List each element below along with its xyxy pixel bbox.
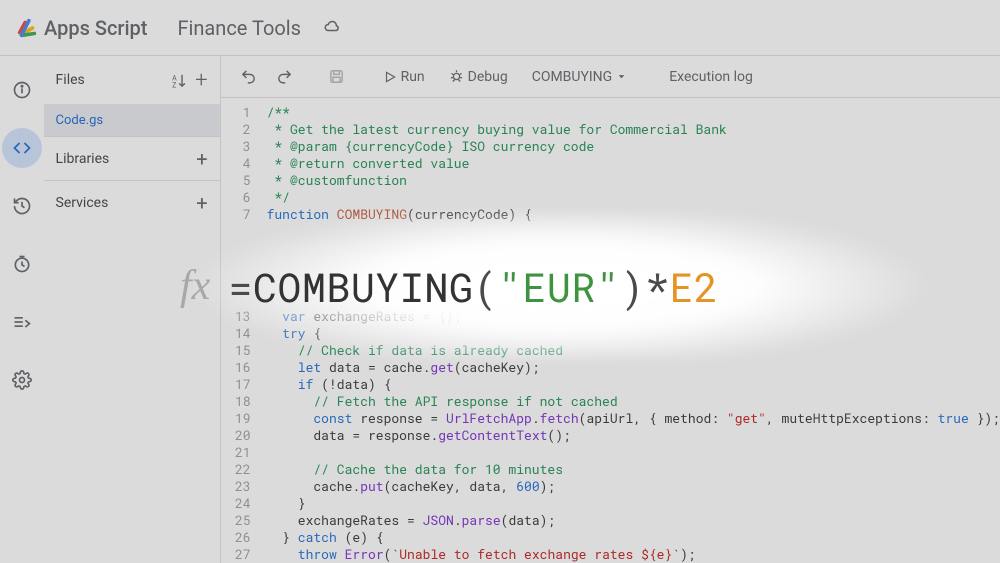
code-content[interactable]: /** * Get the latest currency buying val… <box>261 98 1000 563</box>
code-editor[interactable]: 1234567131415161718192021222324252627 /*… <box>221 98 1000 563</box>
nav-sidebar <box>0 56 44 563</box>
triggers-icon[interactable] <box>2 244 42 284</box>
function-selector[interactable]: COMBUYING <box>524 65 636 89</box>
info-icon[interactable] <box>2 70 42 110</box>
editor-pane: Run Debug COMBUYING Execution log 123456… <box>221 56 1000 563</box>
executions-icon[interactable] <box>2 302 42 342</box>
history-icon[interactable] <box>2 186 42 226</box>
execution-log-button[interactable]: Execution log <box>659 65 763 89</box>
debug-label: Debug <box>468 69 508 85</box>
undo-icon[interactable] <box>235 63 263 91</box>
chevron-down-icon <box>616 71 627 82</box>
debug-button[interactable]: Debug <box>441 65 516 89</box>
redo-icon[interactable] <box>271 63 299 91</box>
services-section: Services + <box>44 180 220 224</box>
apps-script-logo-icon <box>16 17 38 39</box>
line-number-gutter: 1234567131415161718192021222324252627 <box>221 98 261 563</box>
libraries-label: Libraries <box>56 151 110 167</box>
run-button[interactable]: Run <box>375 65 433 89</box>
product-name: Apps Script <box>44 16 147 40</box>
top-header: Apps Script Finance Tools <box>0 0 1000 56</box>
file-item-code-gs[interactable]: Code.gs <box>44 104 220 136</box>
services-label: Services <box>56 195 109 211</box>
save-icon[interactable] <box>323 63 351 91</box>
files-header: Files AZ + <box>44 56 220 104</box>
function-selected-label: COMBUYING <box>532 69 613 85</box>
libraries-section: Libraries + <box>44 136 220 180</box>
files-sidebar: Files AZ + Code.gs Libraries + Services … <box>44 56 221 563</box>
settings-icon[interactable] <box>2 360 42 400</box>
files-title: Files <box>56 72 163 88</box>
run-label: Run <box>401 69 425 85</box>
project-title[interactable]: Finance Tools <box>177 16 301 40</box>
add-library-icon[interactable]: + <box>196 147 207 171</box>
sort-icon[interactable]: AZ <box>170 72 187 89</box>
main-area: Files AZ + Code.gs Libraries + Services … <box>0 56 1000 563</box>
svg-text:Z: Z <box>172 80 176 88</box>
cloud-saved-icon <box>323 17 341 39</box>
add-file-icon[interactable]: + <box>195 68 207 93</box>
editor-toolbar: Run Debug COMBUYING Execution log <box>221 56 1000 98</box>
editor-icon[interactable] <box>2 128 42 168</box>
product-logo: Apps Script <box>16 16 147 40</box>
add-service-icon[interactable]: + <box>196 191 207 215</box>
